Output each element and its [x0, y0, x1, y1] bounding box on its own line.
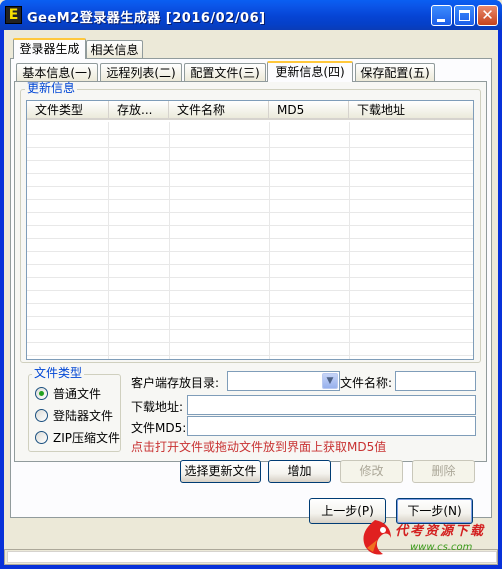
column-header-download-url[interactable]: 下载地址	[349, 101, 473, 118]
update-info-caption: 更新信息	[25, 81, 78, 95]
tab-generator[interactable]: 登录器生成	[13, 38, 86, 59]
column-divider	[269, 122, 270, 359]
close-button[interactable]: ✕	[477, 5, 498, 26]
tab-related-info[interactable]: 相关信息	[86, 40, 143, 58]
column-header-location[interactable]: 存放...	[109, 101, 169, 118]
tab-save-config[interactable]: 保存配置(五)	[355, 63, 435, 81]
column-header-file-type[interactable]: 文件类型	[27, 101, 109, 118]
radio-checked-icon[interactable]	[35, 387, 48, 400]
radio-zip-file[interactable]: ZIP压缩文件	[35, 429, 120, 446]
tab-remote-list[interactable]: 远程列表(二)	[100, 63, 182, 81]
radio-normal-file[interactable]: 普通文件	[35, 385, 101, 402]
add-button[interactable]: 增加	[268, 460, 331, 483]
chevron-down-icon[interactable]: ▼	[322, 373, 338, 389]
column-divider	[349, 122, 350, 359]
modify-button[interactable]: 修改	[340, 460, 403, 483]
delete-button[interactable]: 删除	[412, 460, 475, 483]
tab-related-info-label: 相关信息	[90, 43, 139, 57]
tab-update-info-label: 更新信息(四)	[275, 65, 345, 79]
radio-launcher-file-label: 登陆器文件	[53, 409, 114, 423]
window-title: GeeM2登录器生成器 [2016/02/06]	[27, 11, 266, 26]
tab-generator-label: 登录器生成	[19, 42, 80, 56]
app-window: E GeeM2登录器生成器 [2016/02/06] ✕ 登录器生成 相关信息 …	[0, 0, 502, 569]
watermark-logo: 代考资源下载 www.cs.com	[355, 516, 500, 566]
tab-save-config-label: 保存配置(五)	[360, 66, 430, 80]
watermark-icon	[363, 520, 391, 555]
md5-hint-text: 点击打开文件或拖动文件放到界面上获取MD5值	[131, 440, 387, 454]
select-update-file-button[interactable]: 选择更新文件	[180, 460, 261, 483]
tab-remote-list-label: 远程列表(二)	[106, 66, 176, 80]
download-url-label: 下载地址:	[131, 400, 184, 414]
tab-basic-info-label: 基本信息(一)	[22, 66, 92, 80]
file-type-caption: 文件类型	[32, 366, 85, 380]
tab-update-info[interactable]: 更新信息(四)	[267, 61, 353, 82]
file-name-label: 文件名称:	[340, 376, 393, 390]
radio-zip-file-label: ZIP压缩文件	[53, 431, 120, 445]
title-bar[interactable]: E GeeM2登录器生成器 [2016/02/06] ✕	[0, 0, 502, 30]
list-header: 文件类型 存放... 文件名称 MD5 下载地址	[27, 101, 473, 120]
download-url-input[interactable]	[187, 395, 476, 415]
client-dir-label: 客户端存放目录:	[131, 376, 220, 390]
watermark-text: 代考资源下载	[395, 524, 486, 539]
md5-label: 文件MD5:	[131, 421, 187, 435]
minimize-icon	[437, 19, 445, 22]
list-body[interactable]	[27, 122, 473, 359]
maximize-icon	[459, 10, 470, 21]
client-dir-dropdown[interactable]: ▼	[227, 371, 340, 391]
tab-config-file-label: 配置文件(三)	[190, 66, 260, 80]
column-divider	[108, 122, 109, 359]
tab-basic-info[interactable]: 基本信息(一)	[16, 63, 98, 81]
maximize-button[interactable]	[454, 5, 475, 26]
column-header-md5[interactable]: MD5	[269, 101, 349, 118]
close-icon: ✕	[481, 6, 494, 24]
tab-config-file[interactable]: 配置文件(三)	[184, 63, 266, 81]
minimize-button[interactable]	[431, 5, 452, 26]
radio-normal-file-label: 普通文件	[53, 387, 102, 401]
radio-launcher-file[interactable]: 登陆器文件	[35, 407, 113, 424]
file-name-input[interactable]	[395, 371, 476, 391]
app-icon: E	[5, 6, 22, 24]
watermark-url: www.cs.com	[410, 542, 473, 553]
md5-input[interactable]	[187, 416, 476, 436]
radio-unchecked-icon[interactable]	[35, 431, 48, 444]
column-header-file-name[interactable]: 文件名称	[169, 101, 269, 118]
column-divider	[169, 122, 170, 359]
update-file-list[interactable]: 文件类型 存放... 文件名称 MD5 下载地址	[26, 100, 474, 360]
radio-unchecked-icon[interactable]	[35, 409, 48, 422]
